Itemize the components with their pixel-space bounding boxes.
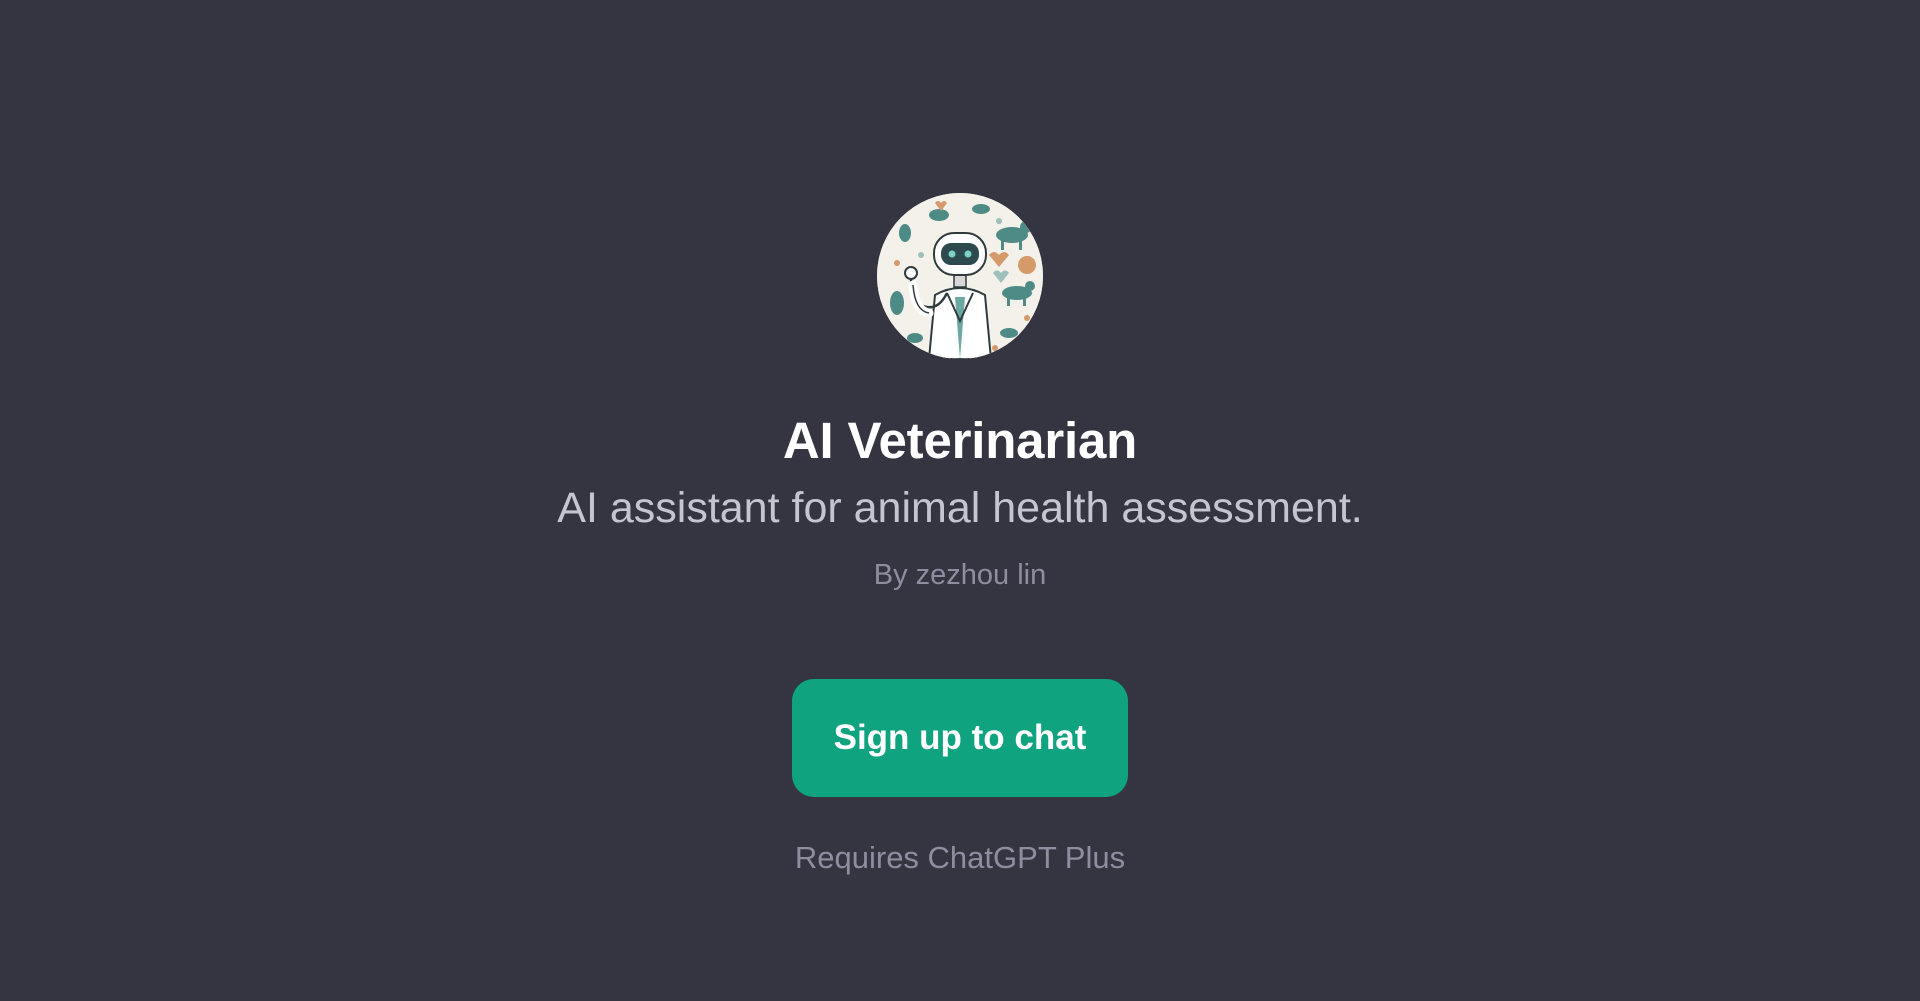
gpt-author: By zezhou lin <box>873 559 1047 591</box>
gpt-description: AI assistant for animal health assessmen… <box>557 484 1363 532</box>
sign-up-button[interactable]: Sign up to chat <box>792 679 1128 797</box>
gpt-avatar <box>877 193 1043 359</box>
plan-requirement-note: Requires ChatGPT Plus <box>794 840 1126 875</box>
gpt-title: AI Veterinarian <box>782 412 1138 469</box>
robot-veterinarian-icon <box>877 193 1043 359</box>
gpt-landing: AI Veterinarian AI assistant for animal … <box>0 0 1920 1001</box>
